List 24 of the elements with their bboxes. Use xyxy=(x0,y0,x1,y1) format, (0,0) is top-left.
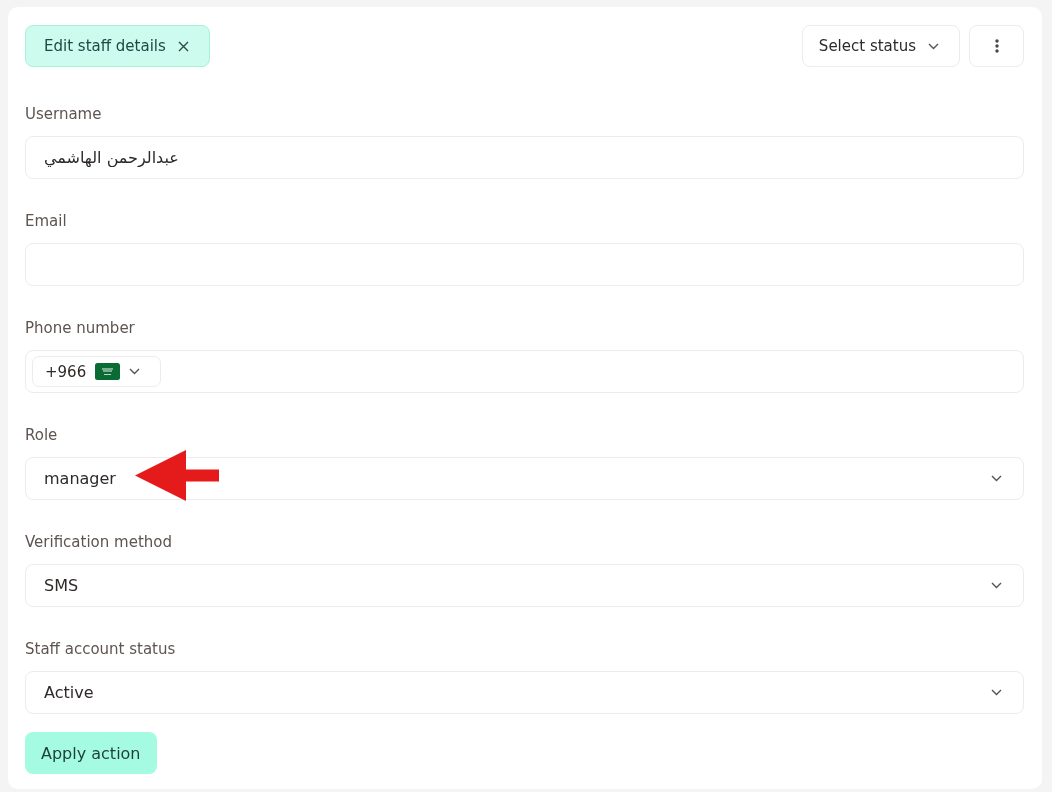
apply-action-button[interactable]: Apply action xyxy=(25,732,157,774)
select-dropdown[interactable]: Active xyxy=(25,671,1024,714)
chevron-down-icon xyxy=(991,689,1002,696)
chevron-down-icon xyxy=(991,475,1002,482)
field-label: Role xyxy=(25,425,58,446)
field-label: Username xyxy=(25,104,102,125)
select-dropdown[interactable]: manager xyxy=(25,457,1024,500)
field-label: Phone number xyxy=(25,318,135,339)
chevron-down-icon xyxy=(991,582,1002,589)
edit-staff-tab[interactable]: Edit staff details xyxy=(25,25,210,67)
field-label: Email xyxy=(25,211,67,232)
vertical-dots-icon xyxy=(994,39,999,53)
select-dropdown[interactable]: SMS xyxy=(25,564,1024,607)
status-dropdown[interactable]: Select status xyxy=(801,25,960,67)
flag-icon xyxy=(95,363,121,380)
more-options-button[interactable] xyxy=(969,25,1024,67)
field-label: Staff account status xyxy=(25,639,176,660)
chevron-down-icon xyxy=(928,42,939,50)
field-label: Verification method xyxy=(25,532,172,553)
country-code-dropdown[interactable]: +966 xyxy=(32,356,162,387)
phone-input-field[interactable]: +966 xyxy=(25,350,1024,393)
text-input-field[interactable]: عبدالرحمن الهاشمي xyxy=(25,136,1024,179)
close-icon[interactable] xyxy=(177,40,189,52)
chevron-down-icon xyxy=(129,368,141,375)
